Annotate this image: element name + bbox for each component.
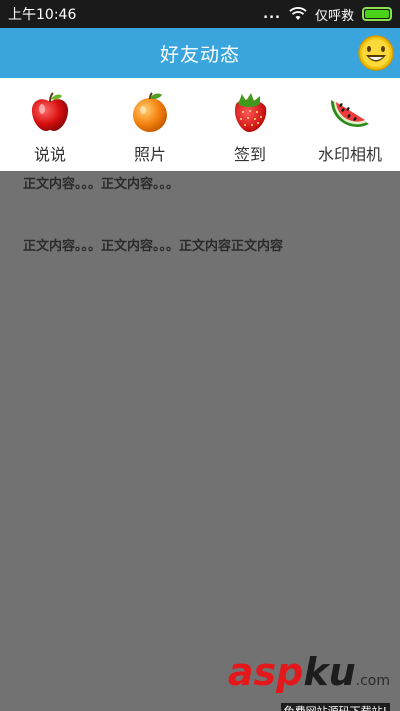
tab-photos[interactable]: 照片 bbox=[100, 78, 200, 171]
apple-icon bbox=[31, 92, 69, 131]
tab-label: 照片 bbox=[133, 145, 166, 164]
status-bar: 上午10:46 ... 仅呼救 bbox=[0, 0, 400, 28]
page-title: 好友动态 bbox=[159, 43, 240, 66]
feed-content: 正文内容。。。正文内容。。。 正文内容。。。正文内容。。。正文内容正文内容 as… bbox=[0, 171, 400, 711]
app-header: 好友动态 bbox=[0, 28, 400, 78]
tab-label: 说说 bbox=[33, 145, 66, 164]
tab-label: 签到 bbox=[233, 145, 266, 164]
status-time: 上午10:46 bbox=[8, 7, 77, 23]
strawberry-icon bbox=[234, 93, 267, 133]
watermark-slogan: 免费网站源码下载站! bbox=[280, 703, 390, 711]
tab-label: 水印相机 bbox=[317, 145, 382, 164]
post-text: 正文内容。。。正文内容。。。 bbox=[23, 177, 180, 192]
battery-icon bbox=[362, 7, 392, 21]
wifi-icon bbox=[289, 7, 307, 20]
tab-checkin[interactable]: 签到 bbox=[200, 78, 300, 171]
carrier-label: 仅呼救 bbox=[314, 8, 354, 24]
site-watermark: aspku.com 免费网站源码下载站! bbox=[220, 650, 390, 711]
watermark-logo: aspku.com bbox=[227, 650, 390, 694]
status-right: ... 仅呼救 bbox=[263, 5, 392, 24]
tab-bar: 说说 照片 签到 水印相机 bbox=[0, 78, 400, 171]
tab-shuoshuo[interactable]: 说说 bbox=[0, 78, 100, 171]
battery-fill bbox=[365, 10, 389, 18]
tab-watermark-camera[interactable]: 水印相机 bbox=[300, 78, 400, 171]
signal-dots: ... bbox=[263, 6, 281, 22]
watermelon-icon bbox=[330, 100, 369, 127]
post-text: 正文内容。。。正文内容。。。正文内容正文内容 bbox=[23, 239, 284, 254]
orange-icon bbox=[133, 92, 167, 132]
smiley-face-icon[interactable] bbox=[358, 35, 394, 71]
